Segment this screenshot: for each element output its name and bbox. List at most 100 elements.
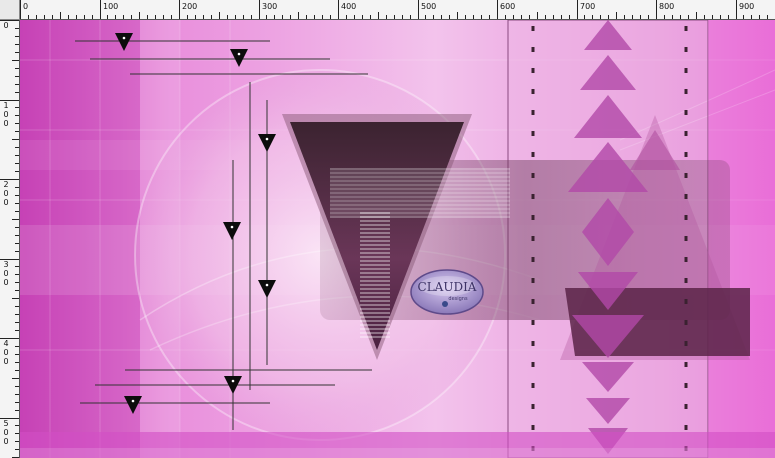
ruler-tick: [15, 402, 19, 403]
image-editor-view: 0 100 200 300 400 500 600 700 800 900 01002003004…: [0, 0, 775, 458]
ruler-label-digit: 0: [3, 21, 9, 30]
ruler-label-digit: 5: [3, 419, 9, 428]
ruler-tick: [696, 12, 697, 19]
ruler-tick: [15, 282, 19, 283]
ruler-tick: [584, 15, 585, 19]
ruler-label: 600: [500, 2, 516, 11]
ruler-corner[interactable]: [0, 0, 20, 20]
ruler-tick: [640, 15, 641, 19]
ruler-tick: [15, 171, 19, 172]
ruler-tick: [704, 15, 705, 19]
ruler-tick: [624, 15, 625, 19]
artwork: CLAUDIA designs: [20, 20, 775, 458]
ruler-tick: [84, 15, 85, 19]
ruler-tick: [481, 15, 482, 19]
ruler-tick: [15, 290, 19, 291]
ruler-tick: [171, 15, 172, 19]
ruler-tick: [314, 15, 315, 19]
ruler-tick: [608, 15, 609, 19]
watermark-small-text: designs: [448, 296, 468, 302]
ruler-tick: [577, 0, 578, 19]
ruler-label-digit: 0: [3, 189, 9, 198]
ruler-tick: [163, 15, 164, 19]
ruler-tick: [425, 15, 426, 19]
ruler-tick: [616, 12, 617, 19]
ruler-tick: [751, 15, 752, 19]
ruler-tick: [338, 0, 339, 19]
ruler-tick: [712, 15, 713, 19]
ruler-tick: [15, 274, 19, 275]
ruler-tick: [489, 15, 490, 19]
ruler-tick: [15, 227, 19, 228]
ruler-tick: [290, 15, 291, 19]
ruler-tick: [15, 346, 19, 347]
ruler-tick: [648, 15, 649, 19]
ruler-tick: [362, 15, 363, 19]
ruler-tick: [36, 15, 37, 19]
ruler-label: 200: [182, 2, 198, 11]
ruler-tick: [465, 15, 466, 19]
ruler-tick: [15, 203, 19, 204]
ruler-tick: [15, 266, 19, 267]
ruler-tick: [227, 15, 228, 19]
ruler-tick: [306, 15, 307, 19]
ruler-label-digit: 0: [3, 348, 9, 357]
ruler-label-digit: 0: [3, 278, 9, 287]
ruler-label: 400: [341, 2, 357, 11]
ruler-tick: [15, 410, 19, 411]
ruler-label-digit: 0: [3, 269, 9, 278]
ruler-tick: [15, 92, 19, 93]
ruler-tick: [20, 0, 21, 19]
ruler-tick: [15, 115, 19, 116]
ruler-tick: [107, 15, 108, 19]
ruler-tick: [60, 12, 61, 19]
ruler-tick: [15, 28, 19, 29]
vertical-ruler[interactable]: 0100200300400500: [0, 20, 20, 458]
ruler-tick: [553, 15, 554, 19]
ruler-tick: [179, 0, 180, 19]
ruler-label-digit: 0: [3, 198, 9, 207]
image-canvas[interactable]: CLAUDIA designs: [20, 20, 775, 458]
ruler-tick: [15, 147, 19, 148]
ruler-label-digit: 0: [3, 119, 9, 128]
ruler-label-digit: 2: [3, 180, 9, 189]
horizontal-ruler[interactable]: 0 100 200 300 400 500 600 700 800 900: [20, 0, 775, 20]
ruler-tick: [354, 15, 355, 19]
ruler-tick: [767, 15, 768, 19]
ruler-tick: [76, 15, 77, 19]
ruler-tick: [529, 15, 530, 19]
ruler-tick: [15, 330, 19, 331]
ruler-tick: [15, 123, 19, 124]
ruler-tick: [15, 107, 19, 108]
ruler-tick: [418, 0, 419, 19]
ruler-label: 700: [580, 2, 596, 11]
ruler-label: 300: [262, 2, 278, 11]
ruler-label-digit: 0: [3, 428, 9, 437]
ruler-tick: [394, 15, 395, 19]
ruler-tick: [15, 243, 19, 244]
ruler-tick: [12, 60, 19, 61]
ruler-tick: [15, 235, 19, 236]
ruler-tick: [15, 251, 19, 252]
ruler-label: 0: [23, 2, 29, 11]
ruler-label-digit: 0: [3, 437, 9, 446]
ruler-tick: [203, 15, 204, 19]
ruler-tick: [123, 15, 124, 19]
ruler-tick: [15, 449, 19, 450]
ruler-label-digit: 0: [3, 357, 9, 366]
ruler-tick: [759, 15, 760, 19]
ruler-tick: [386, 15, 387, 19]
ruler-tick: [100, 0, 101, 19]
ruler-label: 900: [739, 2, 755, 11]
ruler-tick: [15, 68, 19, 69]
ruler-label-digit: 4: [3, 339, 9, 348]
ruler-tick: [15, 211, 19, 212]
ruler-tick: [15, 370, 19, 371]
ruler-tick: [600, 15, 601, 19]
ruler-tick: [15, 52, 19, 53]
ruler-tick: [243, 15, 244, 19]
ruler-tick: [561, 15, 562, 19]
ruler-tick: [688, 15, 689, 19]
ruler-tick: [211, 15, 212, 19]
ruler-tick: [15, 322, 19, 323]
